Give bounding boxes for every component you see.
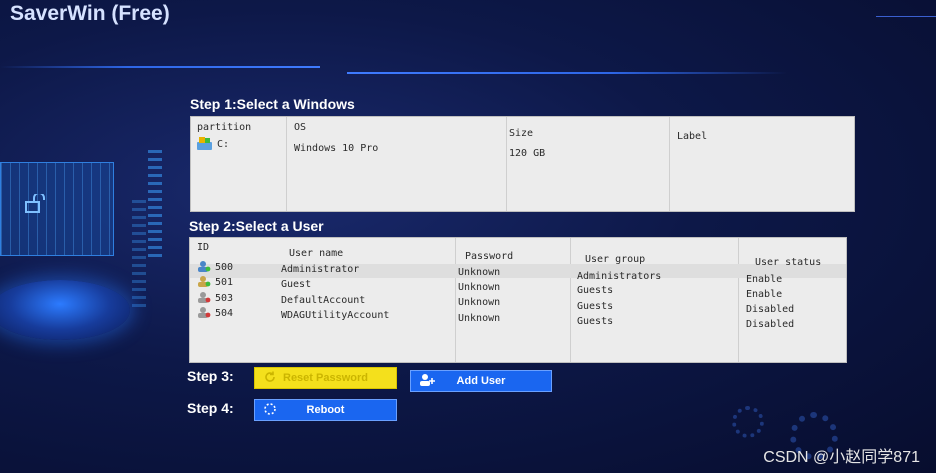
- user-status-cell: Disabled: [746, 304, 795, 315]
- app-title: SaverWin (Free): [10, 2, 170, 25]
- loading-icon: [264, 403, 276, 415]
- user-name-cell: Guest: [281, 279, 312, 290]
- os-cell: Windows 10 Pro: [294, 143, 379, 154]
- password-cell: Unknown: [458, 313, 501, 324]
- add-user-label: Add User: [456, 375, 506, 387]
- reboot-label: Reboot: [306, 404, 345, 416]
- reset-password-button[interactable]: Reset Password: [254, 367, 397, 389]
- drive-icon: [197, 137, 212, 150]
- column-header-user-group: User group: [585, 254, 646, 265]
- user-id-cell: 504: [215, 308, 234, 319]
- step3-label: Step 3:: [187, 368, 234, 384]
- column-header-partition: partition: [197, 122, 252, 133]
- user-table[interactable]: ID User name Password User group User st…: [189, 237, 847, 363]
- user-id-cell: 500: [215, 262, 234, 273]
- column-header-os: OS: [294, 122, 307, 133]
- monitor-illustration: [0, 162, 114, 256]
- column-header-id: ID: [197, 242, 210, 253]
- partition-cell: C:: [217, 139, 230, 150]
- user-status-cell: Disabled: [746, 319, 795, 330]
- windows-partition-table[interactable]: partition OS Size Label C: Windows 10 Pr…: [190, 116, 855, 212]
- watermark: CSDN @小赵同学871: [763, 449, 920, 466]
- gear-icon: [732, 406, 764, 438]
- column-header-user-name: User name: [289, 248, 344, 259]
- add-user-button[interactable]: Add User: [410, 370, 552, 392]
- header-divider-right: [347, 72, 787, 74]
- step2-heading: Step 2:Select a User: [189, 218, 324, 234]
- user-status-cell: Enable: [746, 274, 783, 285]
- add-user-icon: [420, 374, 435, 386]
- column-header-password: Password: [465, 251, 514, 262]
- disabled-user-icon: [198, 292, 211, 303]
- reboot-button[interactable]: Reboot: [254, 399, 397, 421]
- user-name-cell: WDAGUtilityAccount: [281, 310, 390, 321]
- disabled-user-icon: [198, 307, 211, 318]
- globe-illustration: [0, 280, 130, 340]
- column-header-user-status: User status: [755, 257, 822, 268]
- data-stream-decoration: [148, 150, 162, 260]
- user-icon: [198, 276, 211, 287]
- window-corner-decoration: [876, 0, 936, 17]
- refresh-icon: [265, 371, 275, 382]
- data-stream-decoration: [132, 200, 146, 310]
- user-name-cell: Administrator: [281, 264, 360, 275]
- user-status-cell: Enable: [746, 289, 783, 300]
- password-cell: Unknown: [458, 297, 501, 308]
- user-group-cell: Guests: [577, 316, 614, 327]
- size-cell: 120 GB: [509, 148, 546, 159]
- user-id-cell: 503: [215, 293, 234, 304]
- user-group-cell: Guests: [577, 285, 614, 296]
- column-header-size: Size: [509, 128, 534, 139]
- password-cell: Unknown: [458, 282, 501, 293]
- column-header-label: Label: [677, 131, 708, 142]
- user-group-cell: Guests: [577, 301, 614, 312]
- password-cell: Unknown: [458, 267, 501, 278]
- user-id-cell: 501: [215, 277, 234, 288]
- step1-heading: Step 1:Select a Windows: [190, 96, 355, 112]
- step4-label: Step 4:: [187, 400, 234, 416]
- unlock-icon: [25, 194, 45, 213]
- user-group-cell: Administrators: [577, 271, 662, 282]
- user-name-cell: DefaultAccount: [281, 295, 366, 306]
- header-divider-left: [0, 66, 320, 68]
- reset-password-label: Reset Password: [283, 372, 368, 384]
- user-icon: [198, 261, 211, 272]
